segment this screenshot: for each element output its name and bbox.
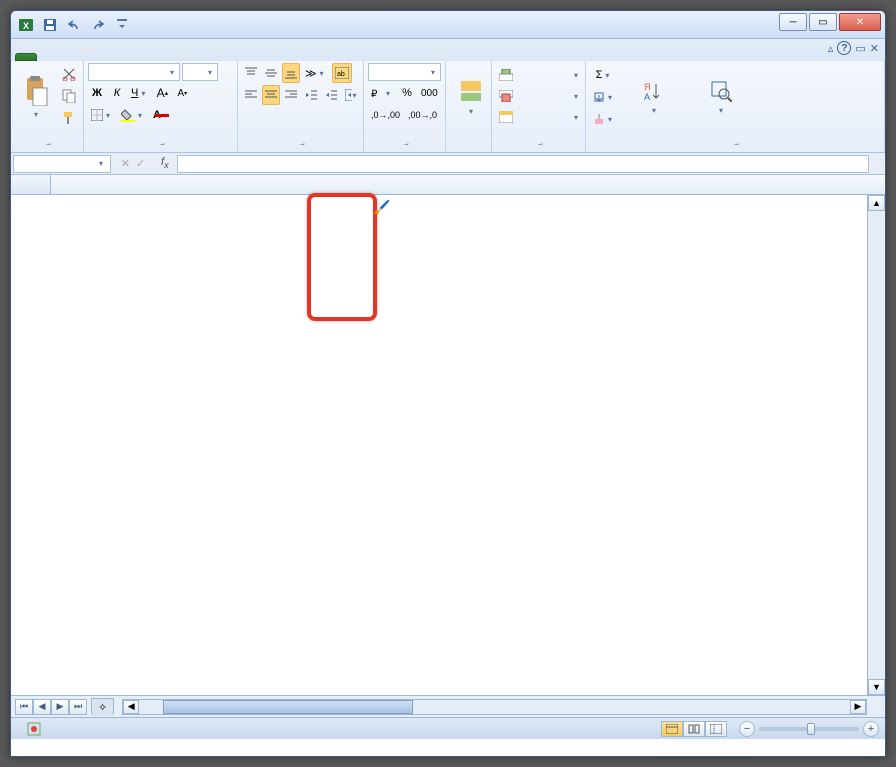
view-normal-icon[interactable] <box>661 721 683 737</box>
svg-text:ab: ab <box>337 71 345 78</box>
orientation-icon[interactable]: ≫▾ <box>302 63 330 83</box>
styles-button[interactable]: ▾ <box>450 63 492 129</box>
fx-cancel-icon: ✕ <box>121 157 130 170</box>
svg-text:А: А <box>644 92 650 102</box>
align-middle-icon[interactable] <box>262 63 280 83</box>
svg-text:₽: ₽ <box>371 89 378 99</box>
formula-input[interactable] <box>177 155 869 173</box>
close-button[interactable]: ✕ <box>839 13 881 31</box>
redo-icon[interactable] <box>87 15 109 35</box>
percent-icon[interactable]: % <box>398 83 416 103</box>
svg-text:X: X <box>23 21 29 31</box>
title-bar: X ─ ▭ ✕ <box>11 11 885 39</box>
status-bar: − + <box>11 717 885 739</box>
ribbon-tabs: ▵ ? ▭ ✕ <box>11 39 885 61</box>
doc-close-icon[interactable]: ✕ <box>870 42 879 55</box>
tab-file[interactable] <box>15 53 37 61</box>
doc-restore-icon[interactable]: ▭ <box>855 42 865 55</box>
fx-icon[interactable]: fx <box>153 156 177 170</box>
format-cells-button[interactable]: ▾ <box>496 107 584 127</box>
group-styles: ▾ <box>446 61 492 152</box>
clear-icon[interactable]: ▾ <box>590 109 618 129</box>
font-name-combo[interactable]: ▾ <box>88 63 180 81</box>
font-color-icon[interactable]: A▾ <box>150 105 174 125</box>
macro-record-icon[interactable] <box>27 722 41 736</box>
currency-icon[interactable]: ₽▾ <box>368 83 396 103</box>
copy-icon[interactable] <box>59 86 79 106</box>
borders-icon[interactable]: ▾ <box>88 105 116 125</box>
decrease-indent-icon[interactable] <box>302 85 320 105</box>
quick-access-toolbar: X <box>11 15 133 35</box>
wrap-text-icon[interactable]: ab <box>332 63 352 83</box>
fill-color-icon[interactable]: ▾ <box>118 105 148 125</box>
align-bottom-icon[interactable] <box>282 63 300 83</box>
view-page-layout-icon[interactable] <box>683 721 705 737</box>
zoom-slider[interactable] <box>759 727 859 731</box>
fill-icon[interactable]: ▾ <box>590 87 618 107</box>
merge-icon[interactable]: ▾ <box>342 85 360 105</box>
paste-button[interactable]: ▾ <box>15 63 57 129</box>
name-box[interactable]: ▾ <box>13 155 111 173</box>
autosum-icon[interactable]: Σ▾ <box>590 65 618 85</box>
bold-icon[interactable]: Ж <box>88 83 106 103</box>
ribbon-help: ▵ ? ▭ ✕ <box>828 41 879 55</box>
grow-font-icon[interactable]: A▴ <box>153 83 171 103</box>
shrink-font-icon[interactable]: A▾ <box>173 83 191 103</box>
maximize-button[interactable]: ▭ <box>809 13 837 31</box>
svg-text:Я: Я <box>644 82 651 92</box>
select-all-corner[interactable] <box>11 175 51 194</box>
sort-filter-button[interactable]: ЯА ▾ <box>620 63 688 129</box>
vertical-scrollbar[interactable]: ▲ ▼ <box>867 195 885 695</box>
view-page-break-icon[interactable] <box>705 721 727 737</box>
group-clipboard: ▾ <box>11 61 84 152</box>
fx-confirm-icon: ✓ <box>136 157 145 170</box>
zoom-in-button[interactable]: + <box>863 721 879 737</box>
group-editing: Σ▾ ▾ ▾ ЯА ▾ ▾ <box>586 61 885 152</box>
align-left-icon[interactable] <box>242 85 260 105</box>
delete-cells-button[interactable]: ▾ <box>496 86 584 106</box>
excel-icon[interactable]: X <box>15 15 37 35</box>
number-format-combo[interactable]: ▾ <box>368 63 441 81</box>
find-select-button[interactable]: ▾ <box>690 63 752 129</box>
qat-more-icon[interactable] <box>111 15 133 35</box>
sheet-nav-prev[interactable]: ◀ <box>33 699 51 715</box>
align-right-icon[interactable] <box>282 85 300 105</box>
highlight-annotation <box>307 193 377 321</box>
formula-bar: ▾ ✕ ✓ fx <box>11 153 885 175</box>
group-cells: ▾ ▾ ▾ <box>492 61 586 152</box>
group-number: ▾ ₽▾ % 000 ,0→,00 ,00→,0 <box>364 61 446 152</box>
italic-icon[interactable]: К <box>108 83 126 103</box>
horizontal-scrollbar[interactable]: ◀ ▶ <box>122 699 867 715</box>
ribbon: ▾ ▾ ▾ Ж К Ч▾ A▴ A▾ <box>11 61 885 153</box>
format-painter-cursor: 🖌️ <box>373 199 390 216</box>
sheet-nav-next[interactable]: ▶ <box>51 699 69 715</box>
format-painter-icon[interactable] <box>59 108 79 128</box>
minimize-ribbon-icon[interactable]: ▵ <box>828 42 834 55</box>
new-sheet-button[interactable]: ✧ <box>91 698 114 716</box>
decrease-decimal-icon[interactable]: ,00→,0 <box>405 105 440 125</box>
increase-indent-icon[interactable] <box>322 85 340 105</box>
app-window: X ─ ▭ ✕ ▵ ? ▭ ✕ <box>10 10 886 757</box>
insert-cells-button[interactable]: ▾ <box>496 65 584 85</box>
spreadsheet-grid[interactable]: ▲ ▼ 🖌️ <box>11 175 885 695</box>
sheet-tab-bar: ⏮ ◀ ▶ ⏭ ✧ ◀ ▶ <box>11 695 885 717</box>
align-center-icon[interactable] <box>262 85 280 105</box>
increase-decimal-icon[interactable]: ,0→,00 <box>368 105 403 125</box>
cut-icon[interactable] <box>59 64 79 84</box>
group-alignment: ≫▾ ab ▾ <box>238 61 364 152</box>
font-size-combo[interactable]: ▾ <box>182 63 218 81</box>
help-icon[interactable]: ? <box>837 41 851 55</box>
align-top-icon[interactable] <box>242 63 260 83</box>
comma-icon[interactable]: 000 <box>418 83 441 103</box>
underline-icon[interactable]: Ч▾ <box>128 83 151 103</box>
zoom-out-button[interactable]: − <box>739 721 755 737</box>
save-icon[interactable] <box>39 15 61 35</box>
undo-icon[interactable] <box>63 15 85 35</box>
minimize-button[interactable]: ─ <box>779 13 807 31</box>
sheet-nav-last[interactable]: ⏭ <box>69 699 87 715</box>
sheet-nav-first[interactable]: ⏮ <box>15 699 33 715</box>
group-font: ▾ ▾ Ж К Ч▾ A▴ A▾ ▾ ▾ A▾ <box>84 61 238 152</box>
